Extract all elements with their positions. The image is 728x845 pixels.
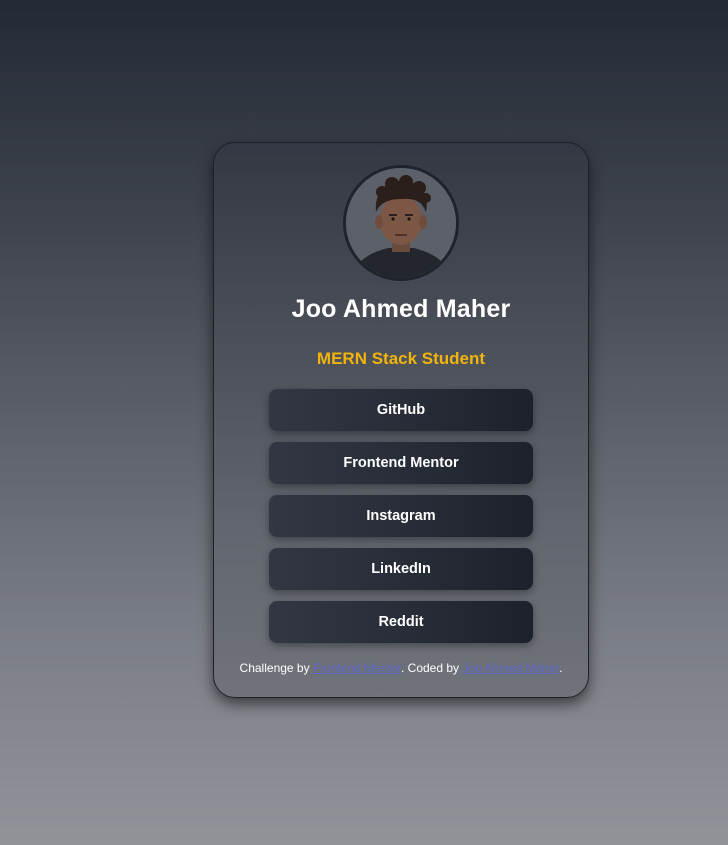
avatar-photo [346,168,456,278]
attribution-prefix: Challenge by [239,661,313,675]
attribution-suffix: . [559,661,563,675]
frontend-mentor-link-button[interactable]: Frontend Mentor [269,442,533,484]
profile-card: Joo Ahmed Maher MERN Stack Student GitHu… [213,142,589,698]
profile-name: Joo Ahmed Maher [291,295,511,323]
linkedin-link-button[interactable]: LinkedIn [269,548,533,590]
attribution: Challenge by Frontend Mentor. Coded by J… [214,661,588,675]
social-links: GitHub Frontend Mentor Instagram LinkedI… [269,389,533,654]
profile-role: MERN Stack Student [316,349,486,368]
challenge-link[interactable]: Frontend Mentor [313,661,401,675]
instagram-link-button[interactable]: Instagram [269,495,533,537]
attribution-middle: . Coded by [401,661,463,675]
reddit-link-button[interactable]: Reddit [269,601,533,643]
avatar [343,165,459,281]
author-link[interactable]: Joo Ahmed Maher [462,661,559,675]
github-link-button[interactable]: GitHub [269,389,533,431]
